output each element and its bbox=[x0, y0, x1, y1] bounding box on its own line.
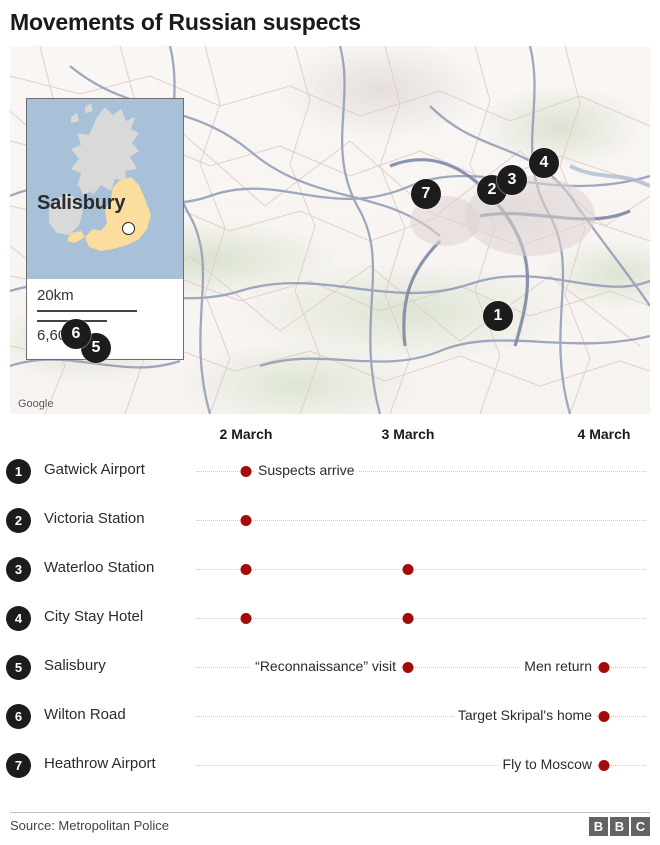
timeline-date-headers: 2 March 3 March 4 March bbox=[0, 420, 660, 450]
row-place-label: Salisbury bbox=[44, 657, 106, 674]
inset-city-marker bbox=[122, 222, 135, 235]
row-badge-5: 5 bbox=[6, 655, 31, 680]
row-event-label: Fly to Moscow bbox=[498, 756, 596, 772]
row-place-label: Heathrow Airport bbox=[44, 755, 156, 772]
inset-city-label: Salisbury bbox=[37, 192, 126, 214]
row-leader-line bbox=[196, 569, 646, 571]
row-event-dot[interactable] bbox=[240, 564, 252, 575]
map-pin-7[interactable]: 7 bbox=[411, 179, 441, 209]
timeline-row[interactable]: 2 Victoria Station bbox=[0, 499, 660, 548]
map-pin-3[interactable]: 3 bbox=[497, 165, 527, 195]
row-badge-7: 7 bbox=[6, 753, 31, 778]
date-header-2: 3 March bbox=[381, 426, 435, 442]
timeline: 2 March 3 March 4 March 1 Gatwick Airport Su… bbox=[0, 420, 660, 793]
row-event-label: Target Skripal's home bbox=[453, 707, 596, 723]
row-badge-3: 3 bbox=[6, 557, 31, 582]
scale-km-label: 20km bbox=[37, 287, 74, 304]
row-place-label: Waterloo Station bbox=[44, 559, 155, 576]
timeline-rows: 1 Gatwick Airport Suspects arrive 2 Victoria… bbox=[0, 450, 660, 793]
date-header-3: 4 March bbox=[577, 426, 631, 442]
row-leader-line bbox=[196, 520, 646, 522]
bbc-logo-c: C bbox=[631, 817, 650, 836]
row-badge-1: 1 bbox=[6, 459, 31, 484]
timeline-row[interactable]: 6 Wilton Road Target Skripal's home bbox=[0, 695, 660, 744]
row-place-label: Gatwick Airport bbox=[44, 461, 145, 478]
timeline-row[interactable]: 3 Waterloo Station bbox=[0, 548, 660, 597]
row-badge-2: 2 bbox=[6, 508, 31, 533]
row-event-label: Men return bbox=[520, 658, 596, 674]
row-event-dot[interactable] bbox=[402, 613, 414, 624]
row-event-dot[interactable] bbox=[402, 662, 414, 673]
bbc-logo-b1: B bbox=[589, 817, 608, 836]
inset-map-panel: Salisbury 20km 6,600 ft bbox=[26, 98, 184, 360]
row-badge-4: 4 bbox=[6, 606, 31, 631]
timeline-row[interactable]: 7 Heathrow Airport Fly to Moscow bbox=[0, 744, 660, 793]
footer-divider bbox=[10, 812, 650, 813]
map-attribution: Google bbox=[18, 398, 54, 410]
row-place-label: City Stay Hotel bbox=[44, 608, 144, 625]
row-event-dot[interactable] bbox=[598, 711, 610, 722]
row-event-dot[interactable] bbox=[402, 564, 414, 575]
row-event-label: “Reconnaissance” visit bbox=[251, 658, 400, 674]
row-event-dot[interactable] bbox=[240, 515, 252, 526]
date-header-1: 2 March bbox=[219, 426, 273, 442]
bbc-logo: B B C bbox=[589, 817, 650, 836]
timeline-row[interactable]: 4 City Stay Hotel bbox=[0, 597, 660, 646]
row-place-label: Wilton Road bbox=[44, 706, 126, 723]
inset-map bbox=[27, 99, 183, 279]
row-badge-6: 6 bbox=[6, 704, 31, 729]
page-title: Movements of Russian suspects bbox=[10, 9, 361, 35]
map-pin-4[interactable]: 4 bbox=[529, 148, 559, 178]
row-leader-line bbox=[196, 618, 646, 620]
scale-km-line bbox=[37, 310, 137, 312]
bbc-logo-b2: B bbox=[610, 817, 629, 836]
row-event-dot[interactable] bbox=[240, 466, 252, 477]
timeline-row[interactable]: 1 Gatwick Airport Suspects arrive bbox=[0, 450, 660, 499]
map-pin-6[interactable]: 6 bbox=[61, 319, 91, 349]
timeline-row[interactable]: 5 Salisbury “Reconnaissance” visit Men retu… bbox=[0, 646, 660, 695]
row-place-label: Victoria Station bbox=[44, 510, 145, 527]
infographic: Movements of Russian suspects Google Sal… bbox=[0, 0, 660, 845]
uk-outline-icon bbox=[49, 103, 151, 251]
map-panel[interactable]: Google Salisbury 20km 6,600 1 2 3 4 5 6 … bbox=[10, 46, 650, 414]
source-label: Source: Metropolitan Police bbox=[10, 818, 169, 833]
row-event-dot[interactable] bbox=[598, 662, 610, 673]
map-pin-1[interactable]: 1 bbox=[483, 301, 513, 331]
row-event-dot[interactable] bbox=[240, 613, 252, 624]
row-event-label: Suspects arrive bbox=[254, 462, 359, 478]
row-event-dot[interactable] bbox=[598, 760, 610, 771]
